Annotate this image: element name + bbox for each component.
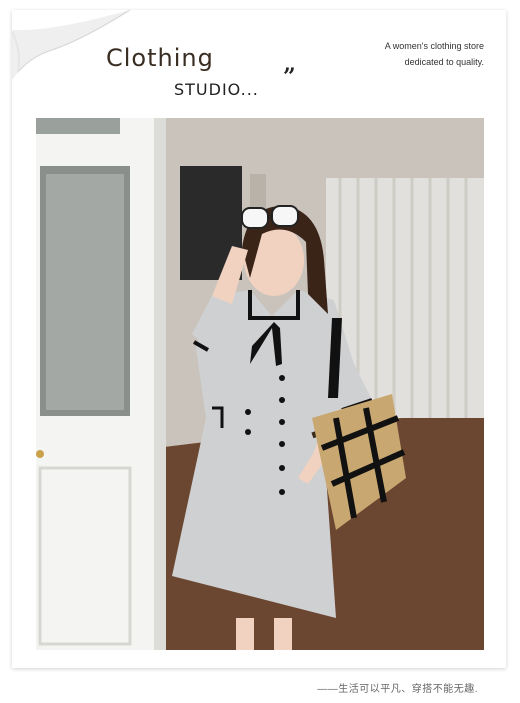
quote-mark: ”: [283, 64, 296, 90]
tagline-line-1: A women's clothing store: [384, 41, 484, 51]
brand-subtitle: STUDIO...: [174, 80, 259, 99]
brand-title: Clothing: [106, 44, 214, 72]
footer-slogan: ——生活可以平凡、穿搭不能无趣.: [317, 684, 478, 695]
leg-left: [236, 618, 254, 650]
tagline-line-2: dedicated to quality.: [404, 57, 484, 67]
leg-right: [274, 618, 292, 650]
store-tagline: A women's clothing store dedicated to qu…: [385, 38, 484, 70]
door-knob: [36, 450, 44, 458]
model-photo-illustration: [36, 118, 484, 650]
product-photo: [36, 118, 484, 650]
